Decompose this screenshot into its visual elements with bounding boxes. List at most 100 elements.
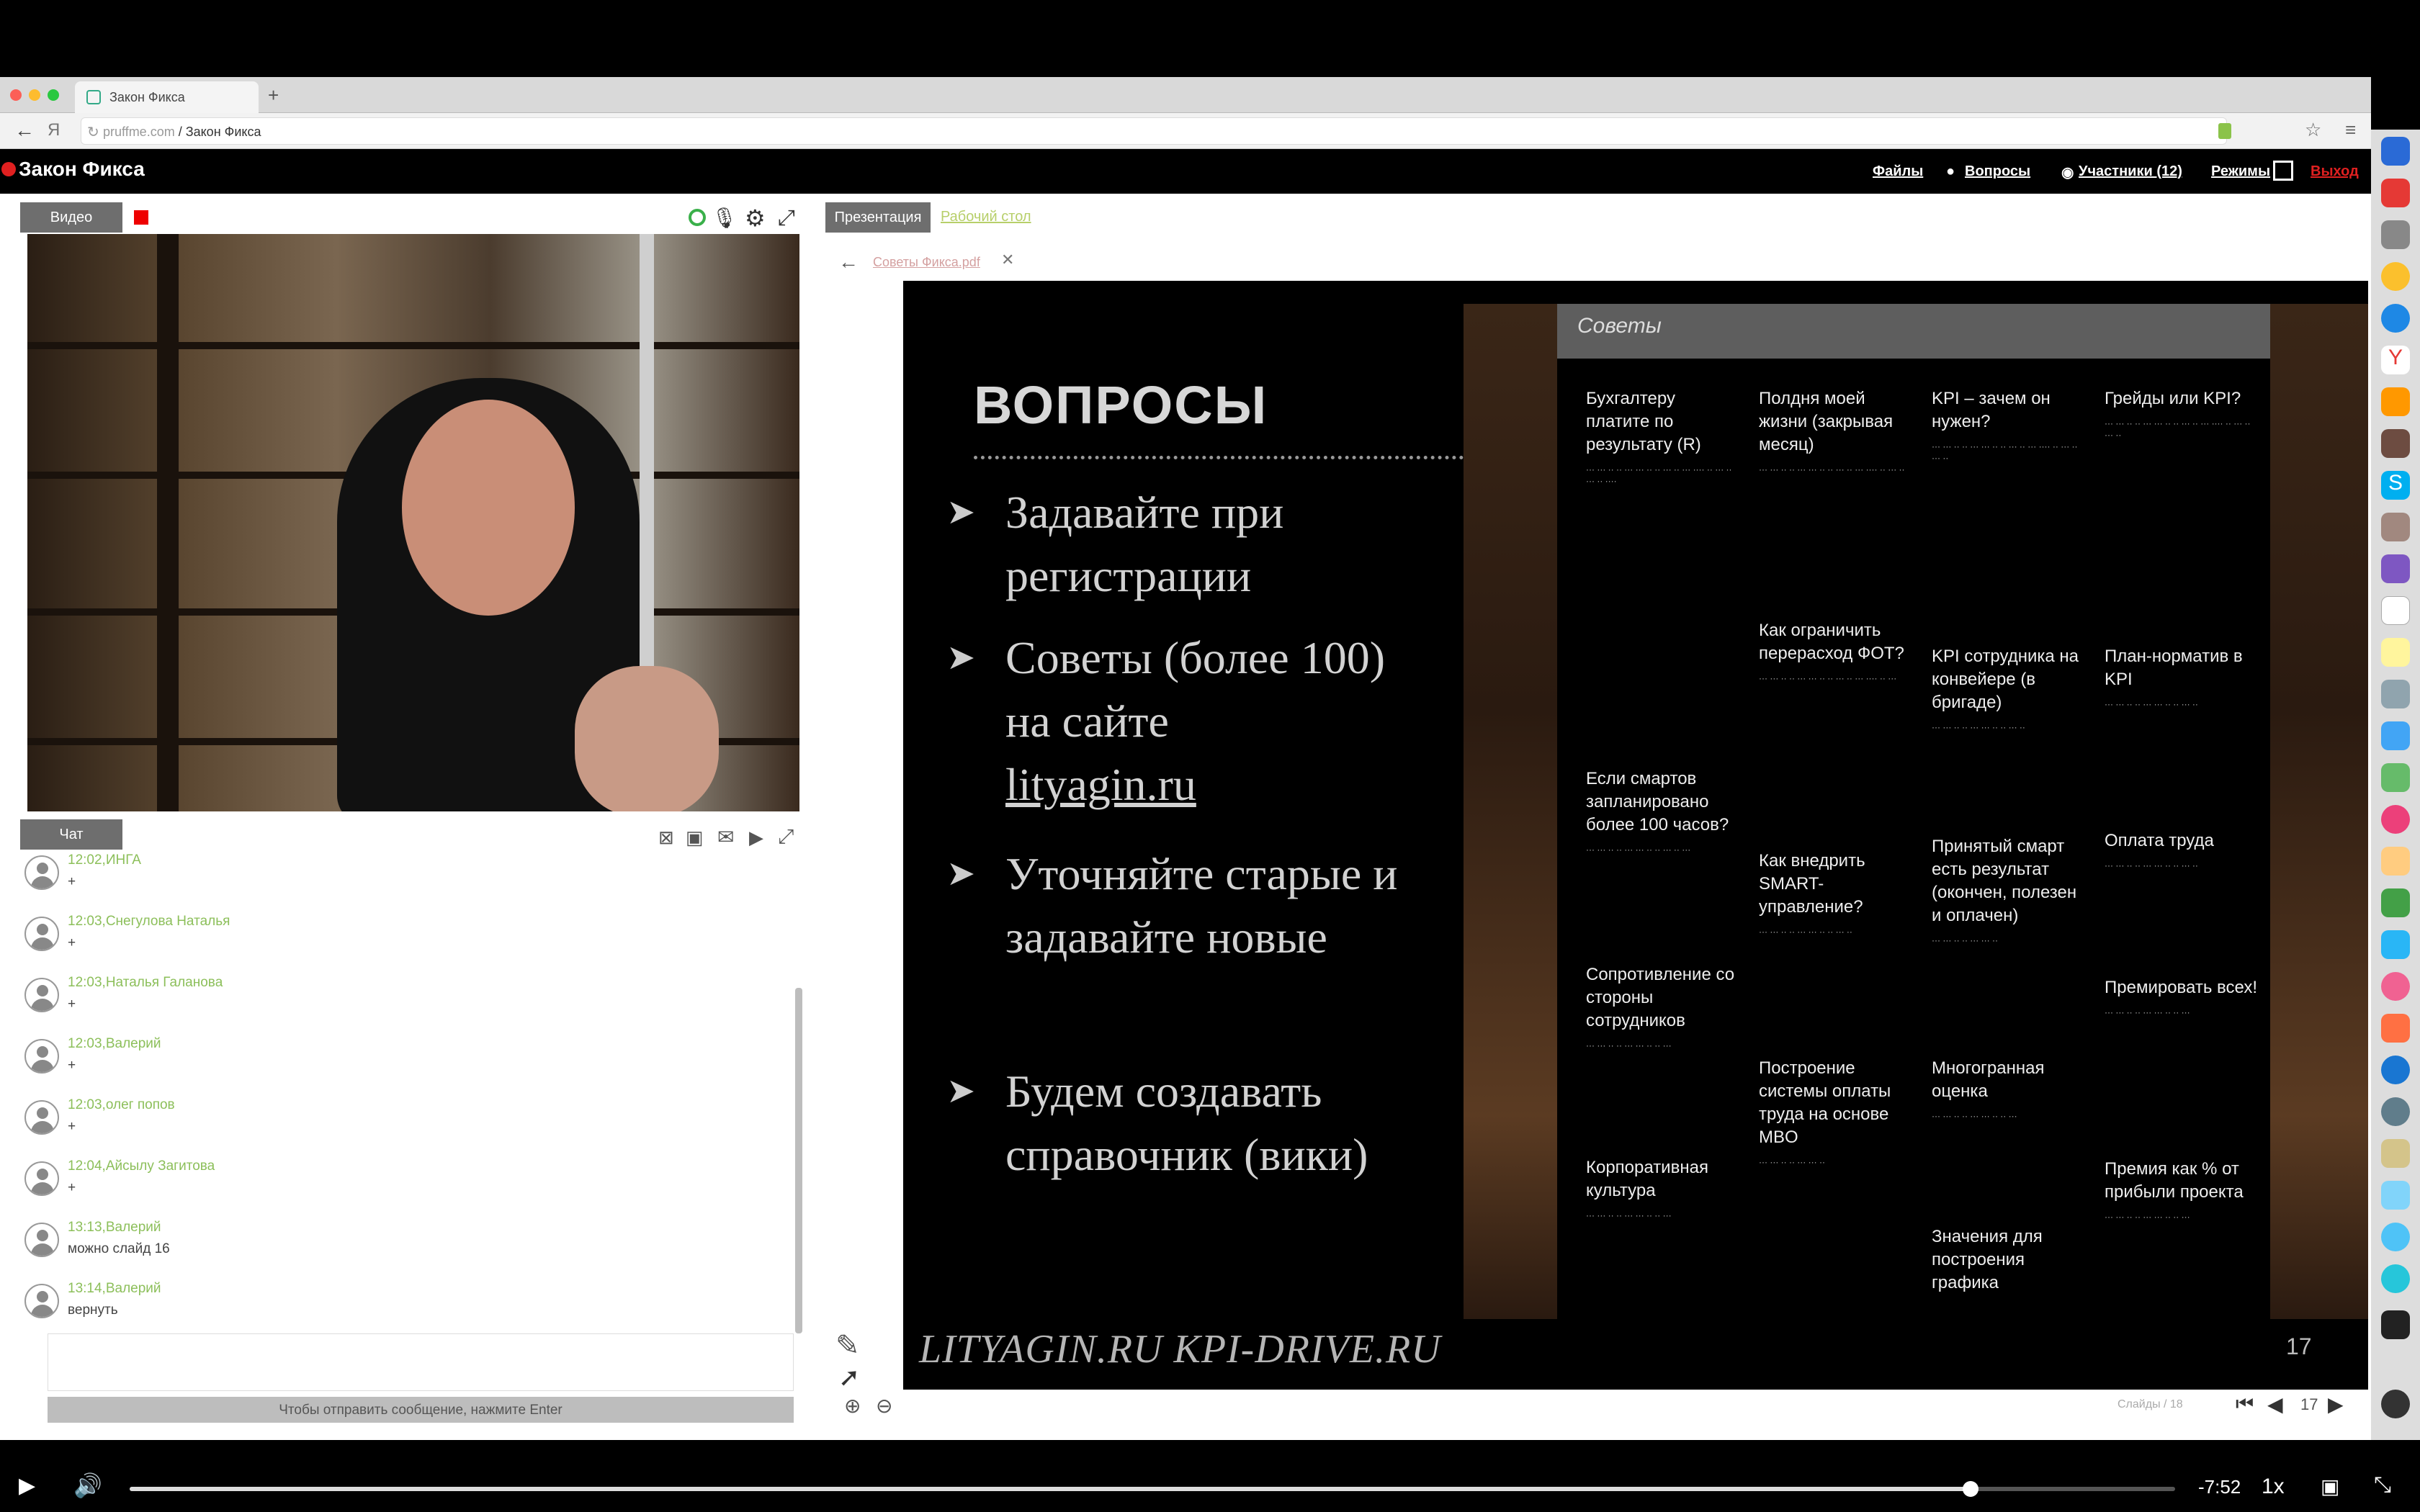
back-arrow-icon[interactable]: ← xyxy=(14,119,35,142)
chat-message: 13:14,Валерий вернуть xyxy=(20,1277,798,1338)
ibooks-icon[interactable] xyxy=(2381,1014,2410,1043)
photos-icon[interactable] xyxy=(2381,805,2410,834)
pages-icon[interactable] xyxy=(2381,847,2410,876)
first-slide-icon[interactable]: ⏮ xyxy=(2236,1392,2254,1416)
next-slide-icon[interactable]: ▶ xyxy=(2328,1392,2344,1416)
avatar-icon xyxy=(24,978,59,1012)
app-store-icon[interactable] xyxy=(2381,1056,2410,1084)
file-tab[interactable]: Советы Фикса.pdf xyxy=(873,255,980,270)
dictionary-icon[interactable] xyxy=(2381,1139,2410,1168)
pencil-icon[interactable]: ✎ xyxy=(835,1329,860,1362)
volume-icon[interactable]: 🔊 xyxy=(73,1472,102,1499)
cloud-icon[interactable] xyxy=(2381,1181,2410,1210)
screenshot-icon[interactable] xyxy=(2381,1390,2410,1418)
keynote-icon[interactable] xyxy=(2381,930,2410,959)
tab-chat[interactable]: Чат xyxy=(20,819,122,850)
stickies-icon[interactable] xyxy=(2381,638,2410,667)
skype-icon[interactable]: S xyxy=(2381,471,2410,500)
dotted-divider xyxy=(974,456,1464,459)
tab-presentation[interactable]: Презентация xyxy=(825,202,931,233)
popout-icon[interactable]: ⤢ xyxy=(778,825,794,849)
tip-item: Бухгалтеру платите по результату (R) ··· … xyxy=(1586,389,1732,486)
layout-icon[interactable] xyxy=(2273,161,2293,181)
app-icon[interactable] xyxy=(2381,429,2410,458)
record-icon[interactable] xyxy=(134,210,148,225)
calendar-icon[interactable] xyxy=(2381,596,2410,625)
send-hint[interactable]: Чтобы отправить сообщение, нажмите Enter xyxy=(48,1397,794,1423)
new-tab-icon[interactable]: + xyxy=(268,84,279,107)
play-icon[interactable]: ▶ xyxy=(19,1473,35,1498)
microphone-icon[interactable]: 🎙 xyxy=(712,206,738,230)
reload-icon[interactable]: ↻ xyxy=(87,123,99,141)
menu-icon[interactable]: ≡ xyxy=(2345,119,2356,141)
zoom-in-icon[interactable]: ⊕ xyxy=(844,1394,861,1418)
tip-item: План-норматив в KPI ··· ··· ·· ·· ··· ···… xyxy=(2105,647,2243,709)
facetime-icon[interactable] xyxy=(2381,763,2410,792)
lock-icon[interactable] xyxy=(2218,123,2231,139)
slide-bullet: ➤ Будем создавать справочник (вики) xyxy=(946,1060,1407,1250)
clear-chat-icon[interactable]: ⊠ xyxy=(658,827,674,849)
chrome-icon[interactable] xyxy=(2381,262,2410,291)
tip-item: Сопротивление со стороны сотрудников ··· … xyxy=(1586,965,1735,1050)
playback-speed[interactable]: 1x xyxy=(2262,1475,2285,1499)
messages-icon[interactable] xyxy=(2381,721,2410,750)
minimize-window-icon[interactable] xyxy=(29,89,40,101)
avatar-icon xyxy=(24,1223,59,1257)
nav-questions[interactable]: Вопросы xyxy=(1965,163,2030,180)
zoom-window-icon[interactable] xyxy=(48,89,59,101)
nav-exit[interactable]: Выход xyxy=(2311,163,2359,180)
nav-modes[interactable]: Режимы xyxy=(2211,163,2270,180)
tip-item: Оплата труда ··· ··· ·· ·· ··· ··· ·· ·· … xyxy=(2105,831,2214,870)
terminal-icon[interactable] xyxy=(2381,1310,2410,1339)
nav-files[interactable]: Файлы xyxy=(1873,163,1923,180)
yandex-browser-icon[interactable]: Y xyxy=(2381,346,2410,374)
site-link[interactable]: lityagin.ru xyxy=(1005,759,1196,810)
quicktime-icon[interactable] xyxy=(2381,1264,2410,1293)
location-icon[interactable] xyxy=(689,209,706,226)
url-field[interactable]: ↻ pruffme.com / Закон Фикса xyxy=(81,117,2227,145)
todo-icon[interactable] xyxy=(2381,179,2410,207)
mail-icon[interactable]: ✉ xyxy=(717,825,734,849)
preview-icon[interactable] xyxy=(2381,680,2410,708)
finder-icon[interactable] xyxy=(2381,137,2410,166)
export-icon[interactable]: ▣ xyxy=(686,827,704,849)
back-arrow-icon[interactable]: ← xyxy=(838,251,859,274)
yandex-icon[interactable]: Я xyxy=(48,120,60,140)
fullscreen-icon[interactable]: ⤡ xyxy=(2374,1473,2391,1498)
itunes-icon[interactable] xyxy=(2381,972,2410,1001)
tab-video[interactable]: Видео xyxy=(20,202,122,233)
rocket-icon[interactable] xyxy=(2381,220,2410,249)
tab-desktop[interactable]: Рабочий стол xyxy=(941,209,1031,225)
notes-icon[interactable] xyxy=(2381,513,2410,541)
progress-knob[interactable] xyxy=(1963,1481,1978,1497)
slide-heading: ВОПРОСЫ xyxy=(974,375,1268,435)
chat-scrollbar[interactable] xyxy=(795,988,802,1333)
pointer-icon[interactable]: ➚ xyxy=(838,1362,860,1392)
numbers-icon[interactable] xyxy=(2381,888,2410,917)
close-window-icon[interactable] xyxy=(10,89,22,101)
vlc-icon[interactable] xyxy=(2381,387,2410,416)
wifi-icon[interactable] xyxy=(2381,1223,2410,1251)
system-preferences-icon[interactable] xyxy=(2381,1097,2410,1126)
bullet-arrow-icon: ➤ xyxy=(946,1072,976,1110)
slides-count: Слайды / 18 xyxy=(2118,1398,2183,1410)
close-file-icon[interactable]: ✕ xyxy=(1001,251,1014,269)
chat-input[interactable] xyxy=(48,1333,794,1391)
prev-slide-icon[interactable]: ◀ xyxy=(2267,1392,2283,1416)
chat-message: 12:03,олег попов + xyxy=(20,1093,798,1155)
tip-item: Грейды или KPI? ··· ··· ·· ·· ··· ··· ·· … xyxy=(2105,389,2251,440)
nav-participants[interactable]: Участники (12) xyxy=(2079,163,2182,180)
bookmark-star-icon[interactable]: ☆ xyxy=(2305,119,2321,141)
tip-item: Многогранная оценка ··· ··· ·· ·· ··· ···… xyxy=(1932,1058,2045,1121)
viber-icon[interactable] xyxy=(2381,554,2410,583)
chat-message: 13:13,Валерий можно слайд 16 xyxy=(20,1215,798,1277)
picture-in-picture-icon[interactable]: ▣ xyxy=(2321,1475,2339,1498)
webcam-video xyxy=(27,234,799,811)
gear-icon[interactable]: ⚙ xyxy=(745,204,766,232)
current-slide[interactable]: 17 xyxy=(2300,1395,2318,1414)
media-icon[interactable]: ▶ xyxy=(749,827,763,849)
browser-tab[interactable]: Закон Фикса xyxy=(75,81,259,113)
zoom-out-icon[interactable]: ⊖ xyxy=(876,1394,892,1418)
safari-icon[interactable] xyxy=(2381,304,2410,333)
expand-icon[interactable]: ⤢ xyxy=(778,206,795,230)
